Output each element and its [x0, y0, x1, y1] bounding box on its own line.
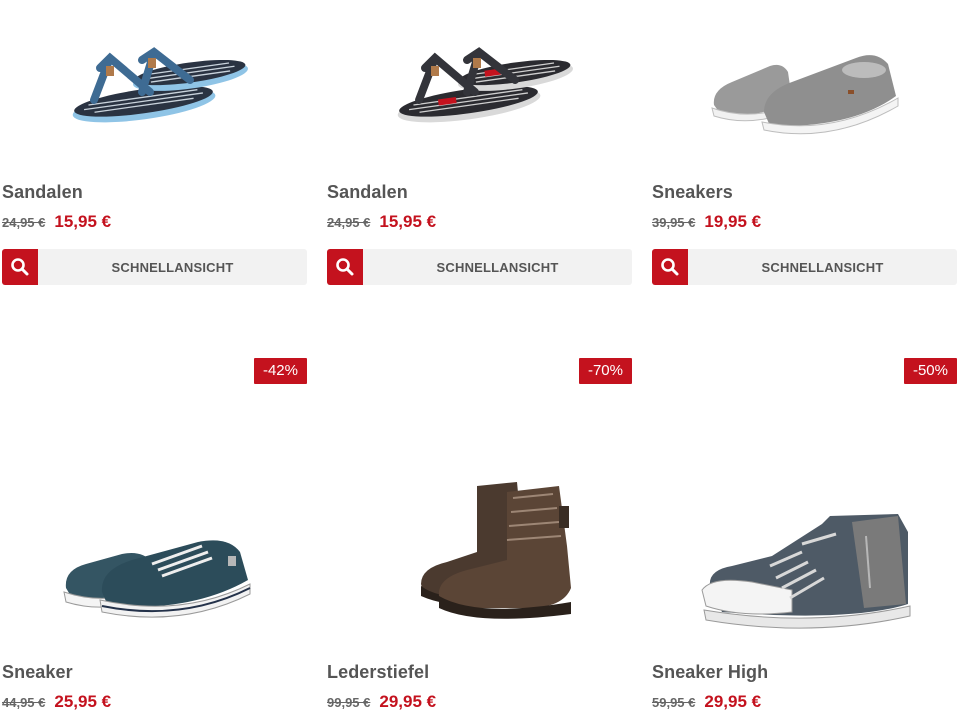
product-image-link[interactable]: -50%	[652, 356, 957, 656]
product-name[interactable]: Sneaker	[2, 661, 307, 683]
flip-flop-image	[72, 47, 248, 123]
quickview-button[interactable]: SCHNELLANSICHT	[327, 249, 632, 285]
sale-price: 29,95 €	[704, 692, 762, 711]
product-card: -70% Lederstiefel 99,95 € 29,95 €	[327, 356, 632, 712]
product-image-link[interactable]	[2, 0, 307, 172]
price-row: 44,95 € 25,95 €	[2, 692, 307, 712]
search-icon[interactable]	[2, 249, 38, 285]
product-name[interactable]: Sandalen	[327, 181, 632, 203]
quickview-label[interactable]: SCHNELLANSICHT	[38, 249, 307, 285]
quickview-label[interactable]: SCHNELLANSICHT	[363, 249, 632, 285]
product-image-link[interactable]	[327, 0, 632, 172]
boot-image	[421, 482, 571, 619]
old-price: 39,95 €	[652, 215, 696, 230]
product-image-link[interactable]: -42%	[2, 356, 307, 656]
product-card: Sandalen 24,95 € 15,95 € SCHNELLANSICHT	[327, 0, 632, 285]
product-image-link[interactable]	[652, 0, 957, 172]
price-row: 24,95 € 15,95 €	[2, 212, 307, 232]
product-name[interactable]: Sandalen	[2, 181, 307, 203]
sneaker-image	[63, 540, 251, 618]
product-name[interactable]: Sneaker High	[652, 661, 957, 683]
product-card: Sandalen 24,95 € 15,95 € SCHNELLANSICHT	[2, 0, 307, 285]
slip-on-image	[711, 55, 899, 135]
search-icon[interactable]	[652, 249, 688, 285]
price-row: 59,95 € 29,95 €	[652, 692, 957, 712]
price-row: 99,95 € 29,95 €	[327, 692, 632, 712]
product-image-link[interactable]: -70%	[327, 356, 632, 656]
old-price: 44,95 €	[2, 695, 46, 710]
product-card: -50% Sneaker High 59,95 € 29,95 €	[652, 356, 957, 712]
product-card: Sneakers 39,95 € 19,95 € SCHNELLANSICHT	[652, 0, 957, 285]
quickview-label[interactable]: SCHNELLANSICHT	[688, 249, 957, 285]
quickview-button[interactable]: SCHNELLANSICHT	[2, 249, 307, 285]
flip-flop-image	[397, 47, 573, 123]
product-name[interactable]: Lederstiefel	[327, 661, 632, 683]
product-card: -42% Sneaker 44,95 € 25,95 €	[2, 356, 307, 712]
sale-price: 25,95 €	[54, 692, 112, 711]
price-row: 39,95 € 19,95 €	[652, 212, 957, 232]
product-grid: Sandalen 24,95 € 15,95 € SCHNELLANSICHT	[0, 0, 968, 725]
old-price: 24,95 €	[2, 215, 46, 230]
product-name[interactable]: Sneakers	[652, 181, 957, 203]
old-price: 59,95 €	[652, 695, 696, 710]
search-icon[interactable]	[327, 249, 363, 285]
old-price: 99,95 €	[327, 695, 371, 710]
high-top-sneaker-image	[701, 514, 911, 629]
sale-price: 15,95 €	[54, 212, 112, 231]
sale-price: 19,95 €	[704, 212, 762, 231]
sale-price: 15,95 €	[379, 212, 437, 231]
old-price: 24,95 €	[327, 215, 371, 230]
quickview-button[interactable]: SCHNELLANSICHT	[652, 249, 957, 285]
price-row: 24,95 € 15,95 €	[327, 212, 632, 232]
sale-price: 29,95 €	[379, 692, 437, 711]
